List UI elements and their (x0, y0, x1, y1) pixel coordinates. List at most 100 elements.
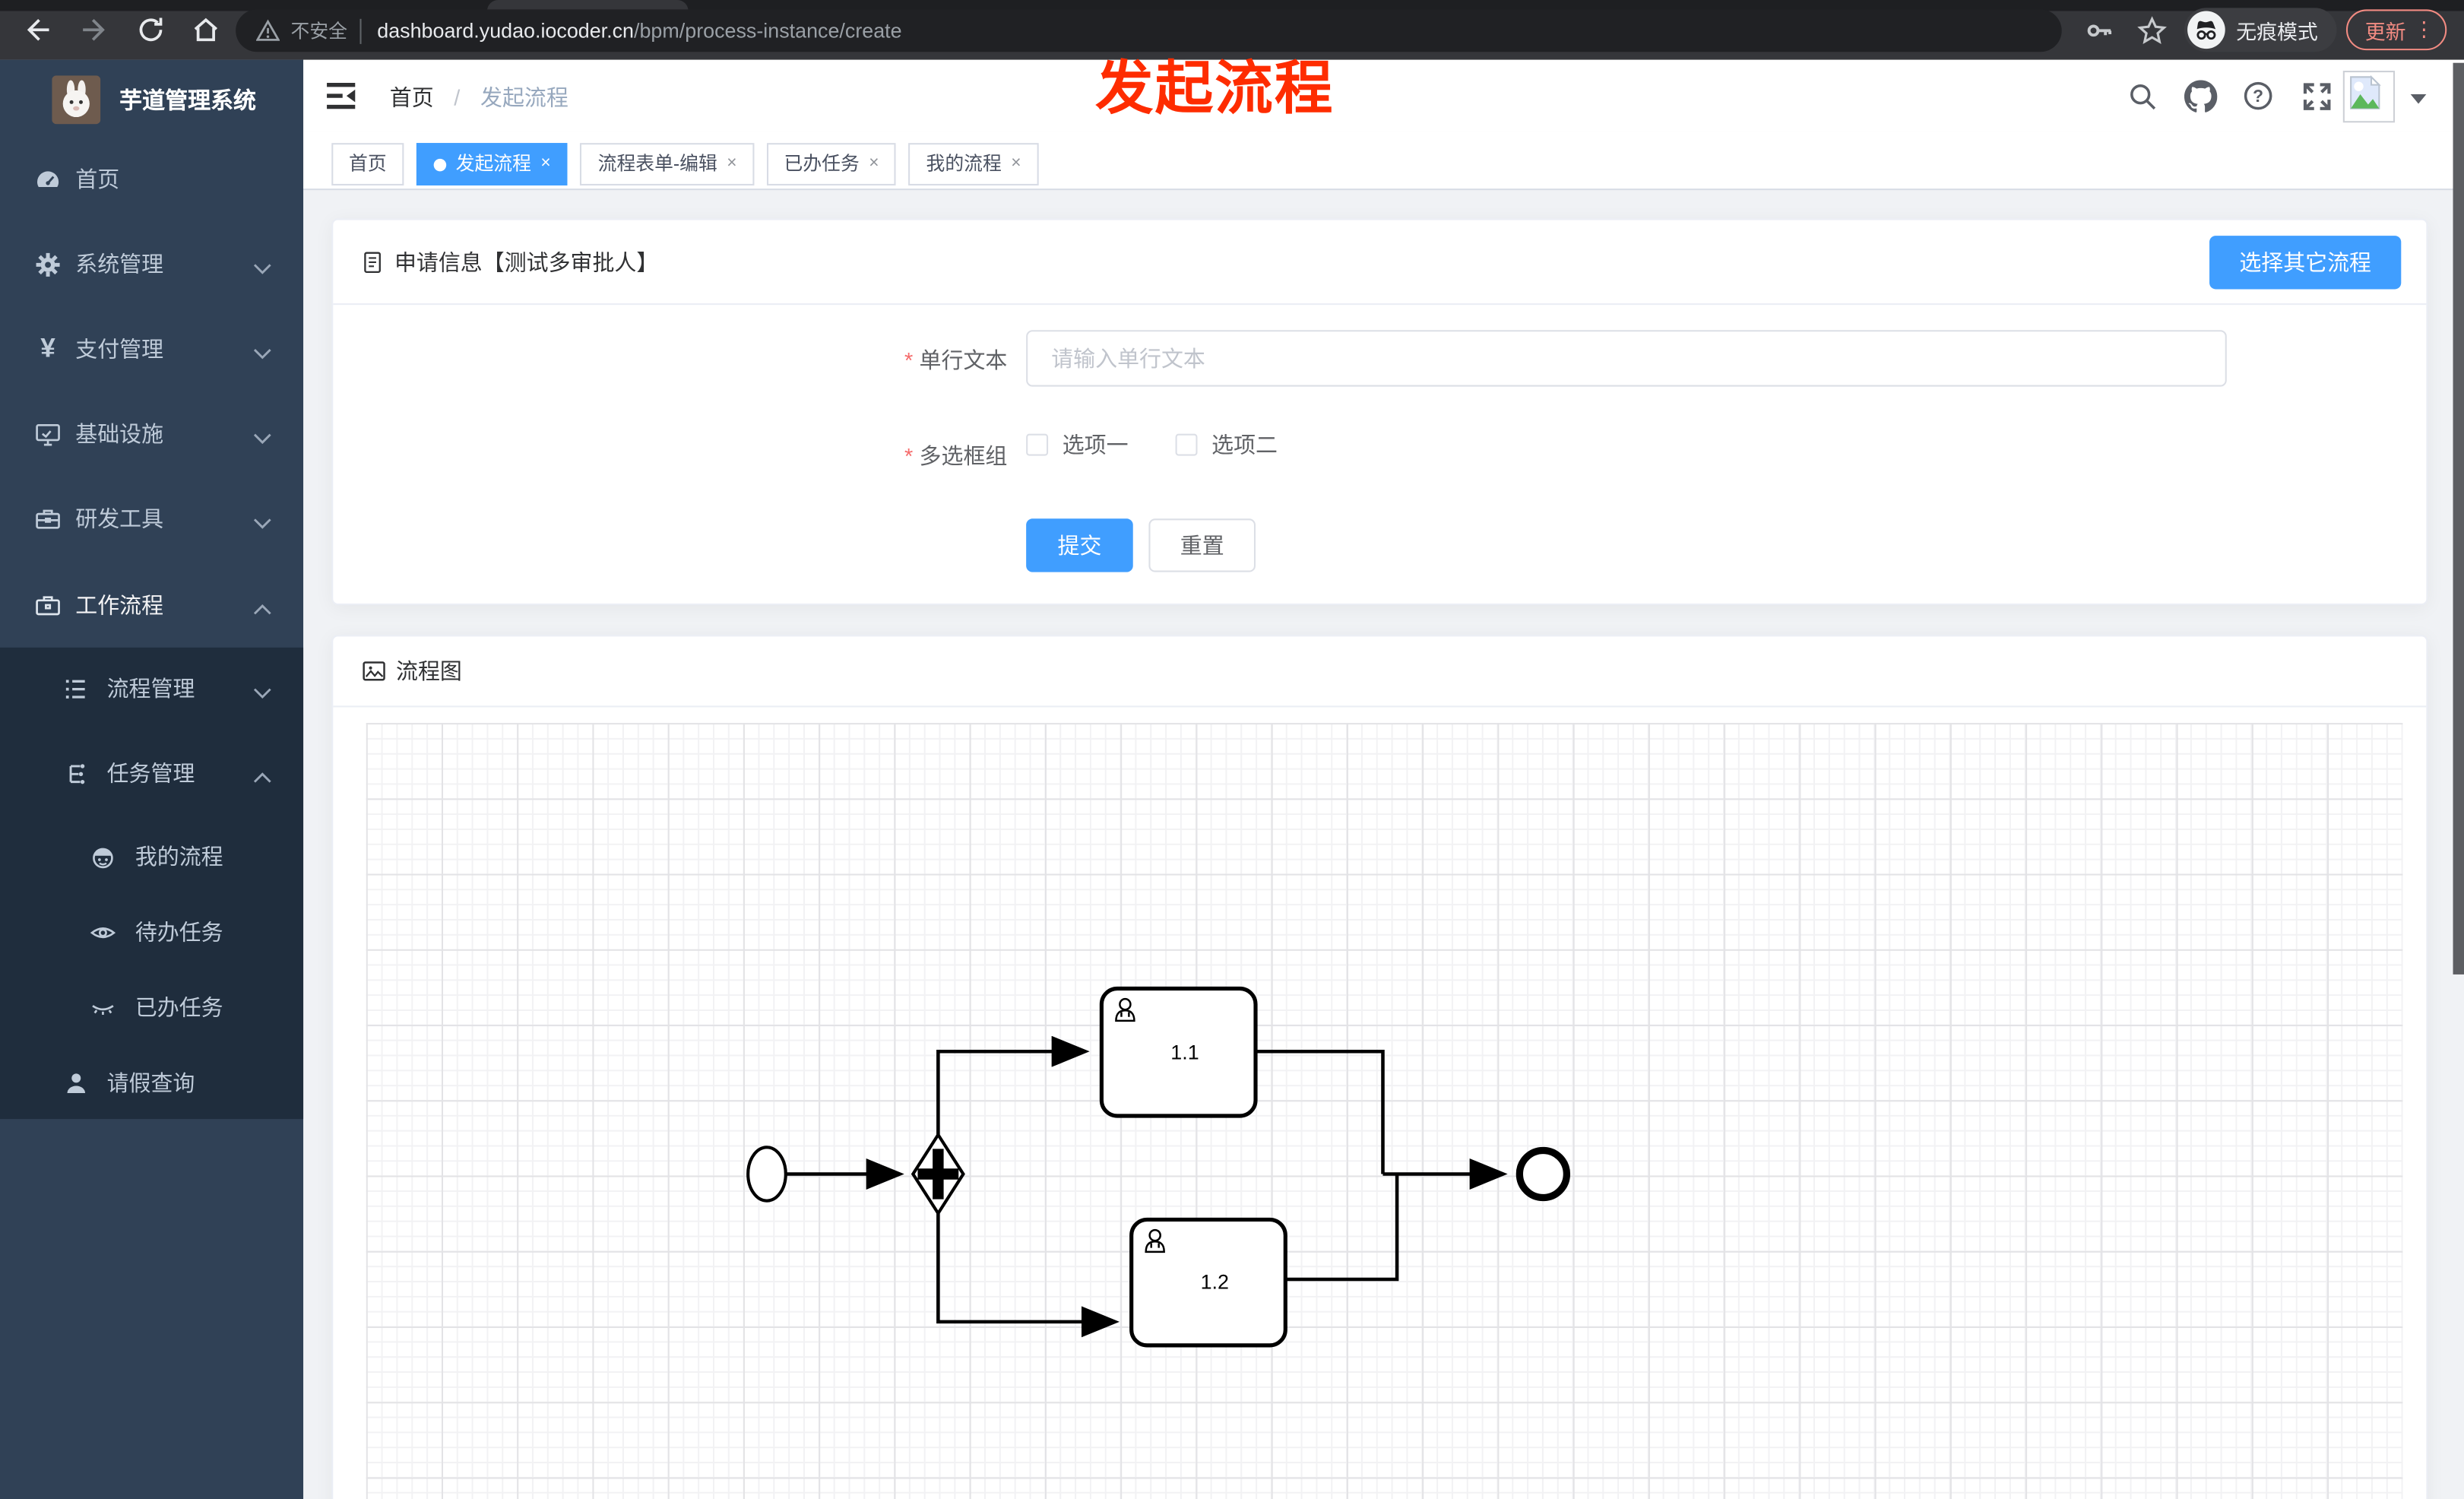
app-header: 首页 / 发起流程 ? TT (303, 59, 2464, 132)
toolbox-icon (34, 505, 61, 532)
checkbox-group-label: * 多选框组 (904, 443, 1008, 469)
scrollbar-thumb[interactable] (2453, 62, 2464, 975)
url-separator (359, 17, 362, 43)
browser-home-icon[interactable] (187, 11, 225, 49)
close-icon[interactable]: × (727, 144, 736, 184)
gear-icon (34, 251, 61, 277)
checkbox-option-2[interactable]: 选项二 (1175, 429, 1278, 460)
chevron-down-icon (253, 680, 272, 699)
avatar[interactable] (2342, 71, 2396, 123)
breadcrumb-home[interactable]: 首页 (390, 85, 434, 110)
github-icon[interactable] (2183, 75, 2217, 116)
flow-task2-merge (1285, 1174, 1399, 1282)
required-asterisk: * (904, 443, 914, 469)
app-title: 芋道管理系统 (119, 88, 257, 114)
bpmn-diagram: 1.1 1.2 (746, 986, 1571, 1348)
incognito-badge: 无痕模式 (2184, 8, 2337, 52)
single-line-text-input[interactable] (1026, 330, 2227, 387)
chevron-down-icon (253, 256, 272, 274)
browser-update-button[interactable]: 更新 ⋮ (2345, 9, 2447, 51)
sidebar-item-todo-tasks[interactable]: 待办任务 (0, 894, 303, 969)
checkbox-icon[interactable] (1175, 433, 1198, 456)
app-logo (52, 74, 101, 124)
tab-done-tasks[interactable]: 已办任务 × (766, 143, 897, 185)
chevron-up-icon (253, 765, 272, 783)
process-diagram-card-header: 流程图 (333, 636, 2427, 708)
tab-home[interactable]: 首页 (331, 143, 404, 185)
sidebar-item-leave-query[interactable]: 请假查询 (0, 1045, 303, 1120)
browser-back-icon[interactable] (19, 11, 57, 49)
sidebar-item-infrastructure[interactable]: 基础设施 (0, 391, 303, 477)
breadcrumb-current: 发起流程 (480, 84, 568, 110)
sidebar-item-done-tasks[interactable]: 已办任务 (0, 970, 303, 1045)
select-other-process-button[interactable]: 选择其它流程 (2209, 236, 2402, 290)
sidebar-item-task-management[interactable]: 任务管理 (0, 736, 303, 811)
browser-menu-dots-icon[interactable]: ⋮ (2414, 17, 2434, 43)
chevron-down-icon (253, 341, 272, 360)
incognito-icon (2187, 11, 2225, 49)
end-event (1515, 1146, 1571, 1202)
bookmark-star-icon[interactable] (2133, 11, 2171, 49)
browser-reload-icon[interactable] (132, 11, 170, 49)
breadcrumb: 首页 / 发起流程 (390, 82, 568, 113)
sidebar-item-workflow[interactable]: 工作流程 (0, 563, 303, 648)
user-task-1-2[interactable]: 1.2 (1129, 1217, 1287, 1348)
parallel-gateway (911, 1131, 965, 1217)
bpmn-canvas[interactable]: 1.1 1.2 (366, 723, 2403, 1499)
submit-button[interactable]: 提交 (1026, 518, 1133, 572)
branch-icon (63, 760, 90, 787)
required-asterisk: * (904, 347, 914, 373)
sidebar-item-process-management[interactable]: 流程管理 (0, 651, 303, 726)
browser-forward-icon[interactable] (75, 11, 113, 49)
eye-icon (90, 919, 116, 946)
checkbox-icon[interactable] (1026, 433, 1049, 456)
sidebar-item-payment[interactable]: ¥ 支付管理 (0, 306, 303, 391)
flow-gateway-to-task2 (936, 1213, 1120, 1338)
close-icon[interactable]: × (1011, 144, 1021, 184)
sidebar-item-dev-tools[interactable]: 研发工具 (0, 476, 303, 561)
annotation-text: 发起流程 (1095, 56, 1335, 122)
dashboard-icon (34, 166, 61, 192)
person-icon (63, 1070, 90, 1096)
security-label[interactable]: 不安全 (291, 17, 347, 44)
logo-row[interactable]: 芋道管理系统 (0, 60, 303, 138)
search-icon[interactable] (2124, 75, 2158, 116)
password-key-icon[interactable] (2081, 11, 2119, 49)
avatar-dropdown-caret-icon[interactable] (2410, 94, 2427, 104)
url-domain: dashboard.yudao.iocoder.cn (377, 18, 635, 43)
tab-start-process[interactable]: 发起流程 × (416, 143, 568, 185)
sidebar-item-my-process[interactable]: 我的流程 (0, 819, 303, 894)
process-diagram-title: 流程图 (396, 658, 462, 684)
picture-icon (363, 661, 385, 681)
reset-button[interactable]: 重置 (1148, 518, 1256, 572)
main-content: 申请信息【测试多审批人】 选择其它流程 *单行文本 *多选框组 选项一 选项二 … (303, 190, 2464, 1499)
close-icon[interactable]: × (540, 144, 550, 184)
close-icon[interactable]: × (869, 144, 879, 184)
checkbox-option-1[interactable]: 选项一 (1026, 429, 1129, 460)
security-warning-icon[interactable] (256, 19, 280, 43)
svg-text:?: ? (2253, 86, 2263, 106)
briefcase-icon (34, 591, 61, 618)
start-event (746, 1146, 787, 1203)
sidebar-toggle-icon[interactable] (325, 80, 356, 111)
user-task-1-1[interactable]: 1.1 (1099, 986, 1258, 1118)
active-dot-icon (433, 157, 447, 171)
url-path: /bpm/process-instance/create (634, 18, 902, 43)
yen-icon: ¥ (40, 333, 55, 363)
tab-my-process[interactable]: 我的流程 × (908, 143, 1039, 185)
checkbox-group: 选项一 选项二 (1026, 429, 1278, 460)
eye-closed-icon (90, 994, 116, 1021)
help-icon[interactable]: ? (2241, 75, 2275, 116)
chevron-down-icon (253, 426, 272, 445)
task-label: 1.2 (1201, 1270, 1229, 1293)
sidebar-item-home[interactable]: 首页 (0, 137, 303, 222)
incognito-label: 无痕模式 (2236, 19, 2318, 43)
fullscreen-icon[interactable] (2299, 75, 2333, 116)
apply-info-title: 申请信息【测试多审批人】 (394, 249, 659, 274)
tab-form-edit[interactable]: 流程表单-编辑 × (580, 143, 755, 185)
update-label[interactable]: 更新 (2365, 15, 2406, 45)
breadcrumb-separator: / (454, 84, 461, 110)
sidebar-item-system[interactable]: 系统管理 (0, 222, 303, 307)
face-icon (90, 843, 116, 870)
task-label: 1.1 (1170, 1041, 1199, 1064)
